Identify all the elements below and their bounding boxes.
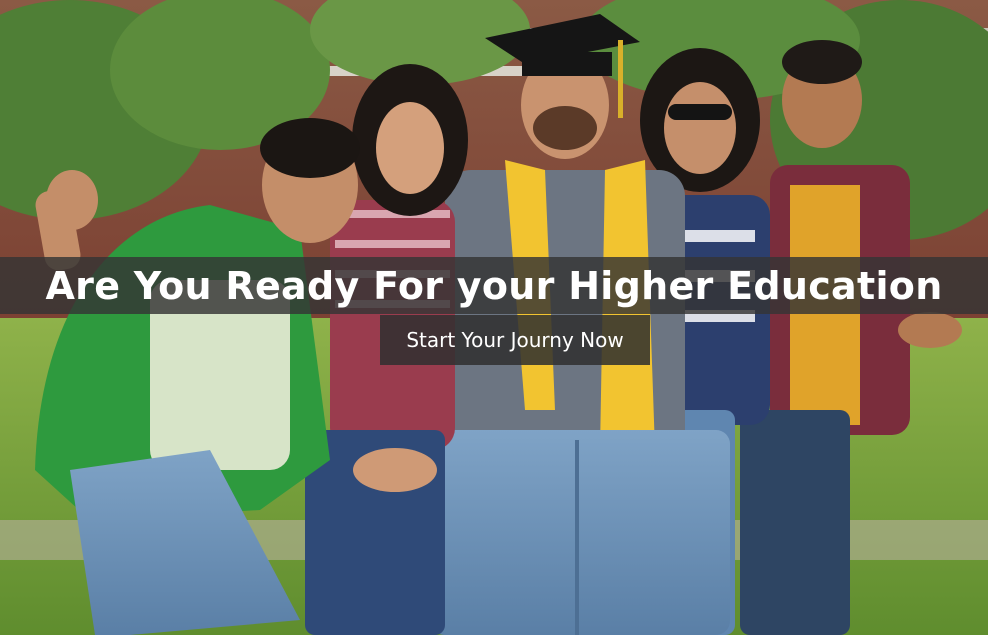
hero-banner: Are You Ready For your Higher Education … <box>0 0 988 635</box>
headline-band: Are You Ready For your Higher Education <box>0 257 988 314</box>
hero-headline: Are You Ready For your Higher Education <box>45 263 943 308</box>
start-journey-button[interactable]: Start Your Journy Now <box>380 315 650 365</box>
